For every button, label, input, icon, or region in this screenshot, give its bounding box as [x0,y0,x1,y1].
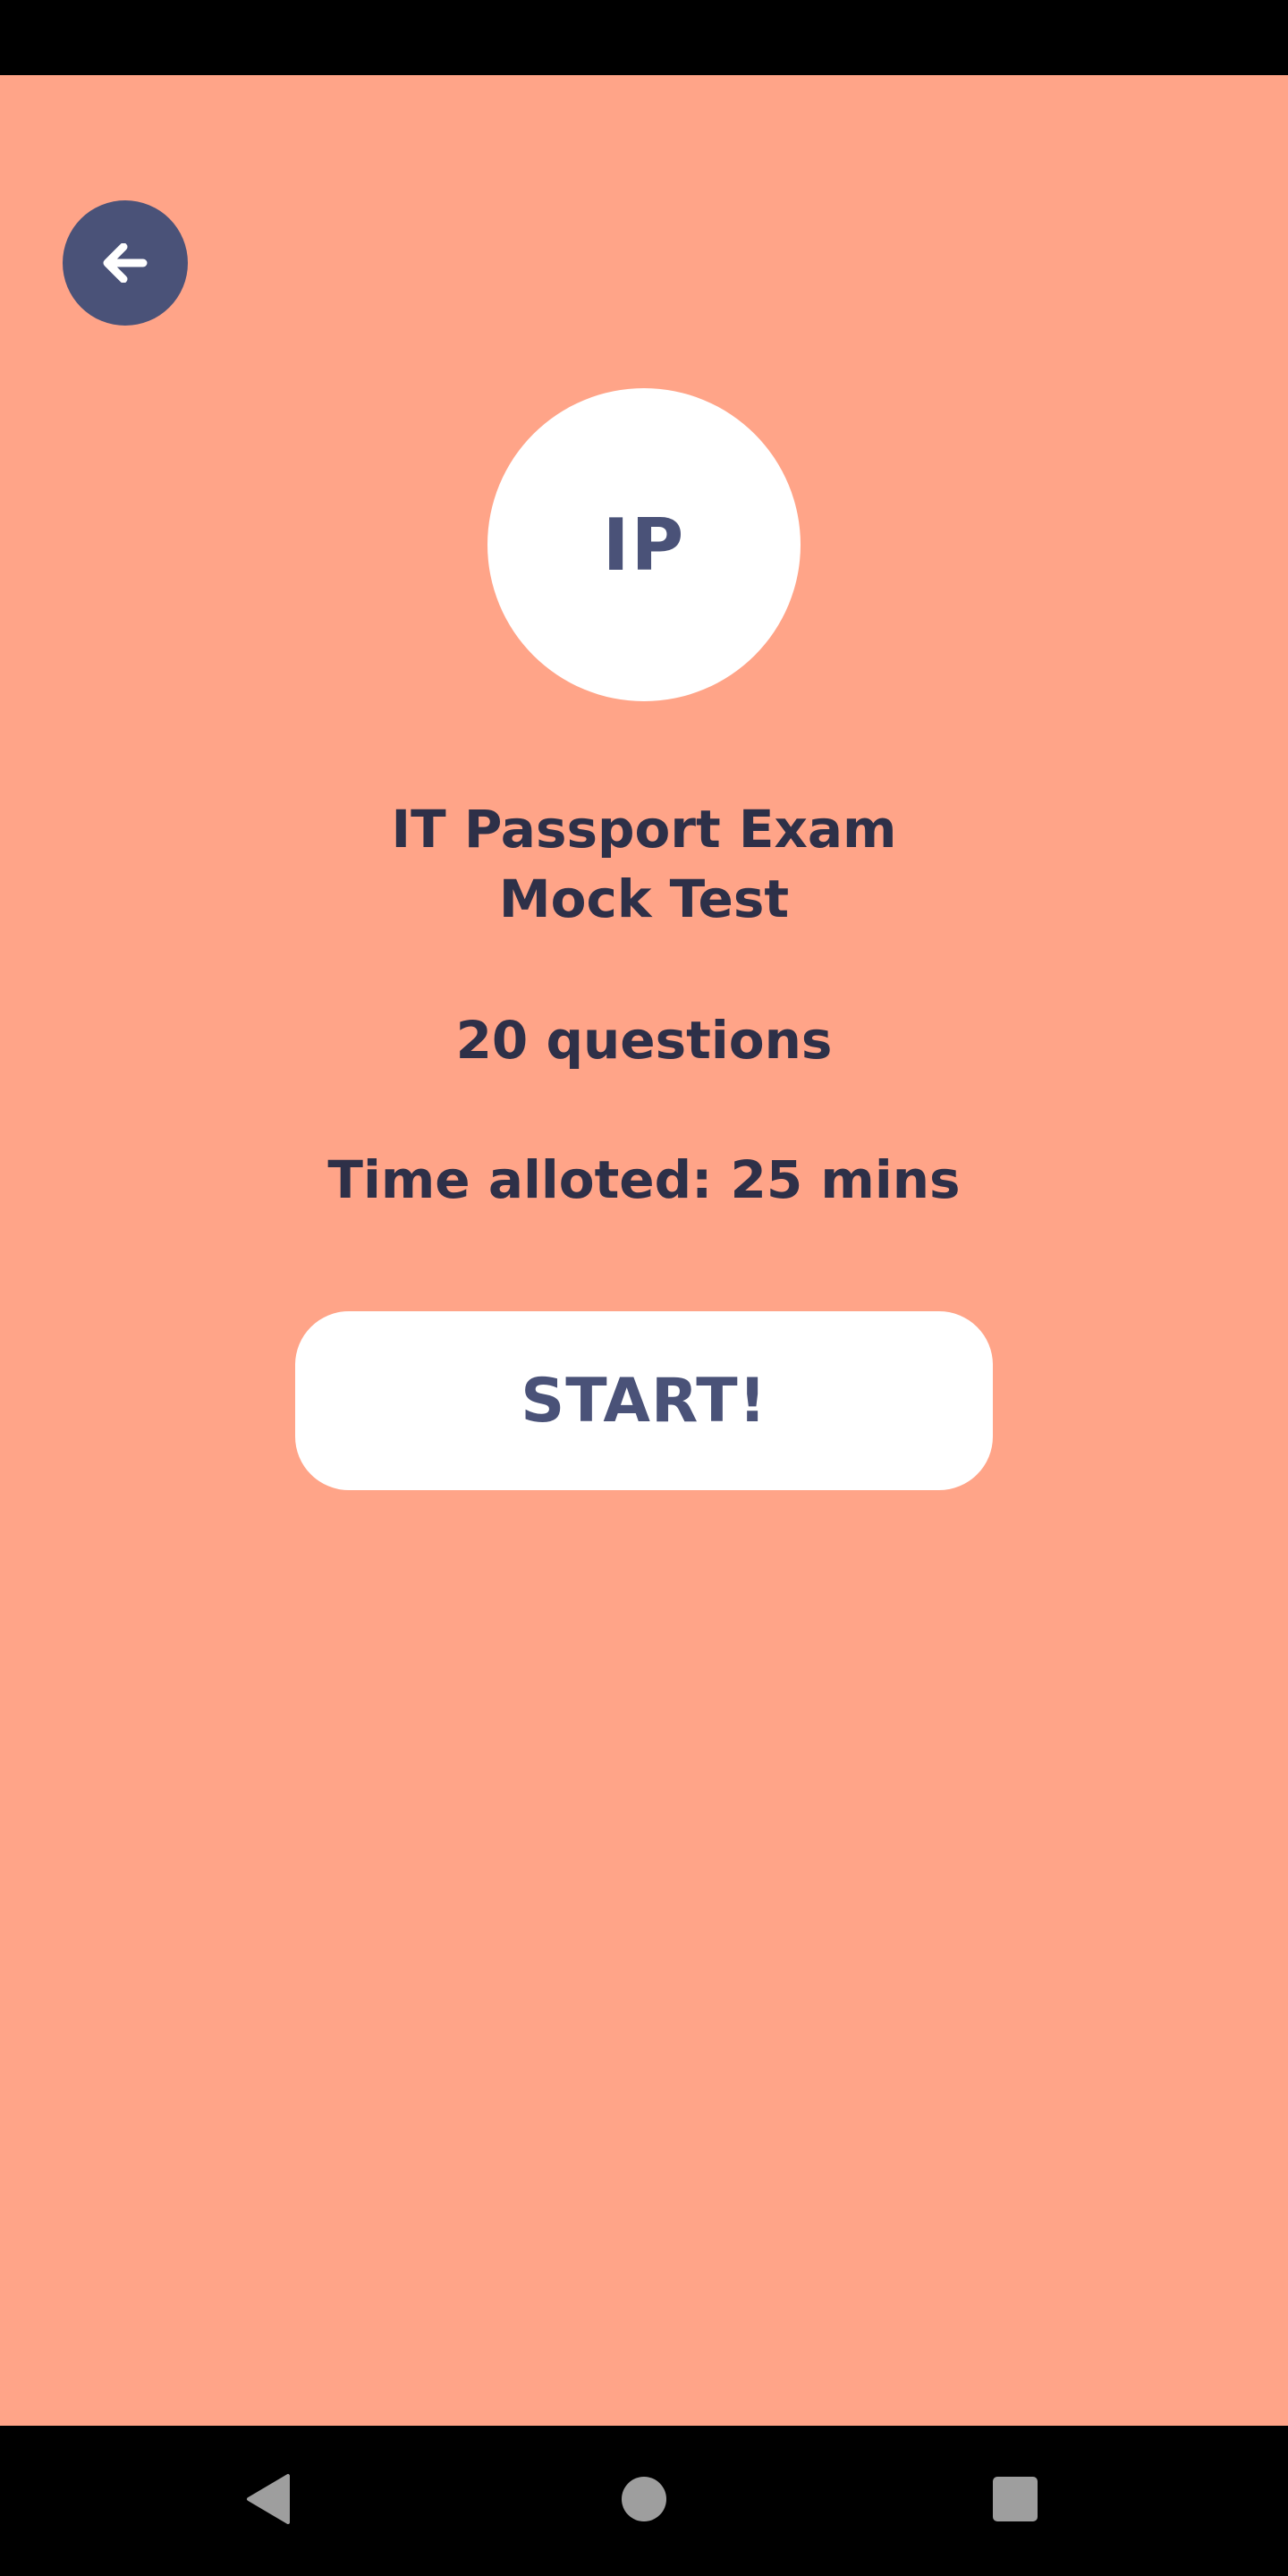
nav-back-button[interactable] [197,2426,340,2576]
time-allotted: Time alloted: 25 mins [327,1149,961,1210]
exam-title: IT Passport Exam Mock Test [0,794,1288,934]
nav-home-button[interactable] [572,2426,716,2576]
start-button-label: START! [521,1365,767,1436]
exam-title-line2: Mock Test [498,869,790,929]
arrow-left-icon [102,243,148,283]
exam-badge: IP [487,388,801,701]
question-count: 20 questions [455,1010,833,1071]
exam-title-line1: IT Passport Exam [391,799,897,860]
back-button[interactable] [63,200,188,326]
nav-recents-button[interactable] [944,2426,1087,2576]
circle-home-icon [620,2475,668,2527]
square-recents-icon [991,2475,1039,2527]
exam-badge-text: IP [602,503,686,587]
status-bar [0,0,1288,75]
triangle-back-icon [243,2472,293,2529]
screen: IP IT Passport Exam Mock Test 20 questio… [0,0,1288,2576]
start-button[interactable]: START! [295,1311,993,1490]
system-nav-bar [0,2426,1288,2576]
